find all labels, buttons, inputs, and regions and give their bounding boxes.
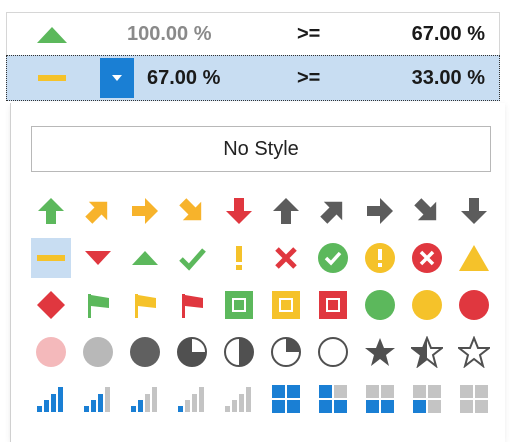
- flag-green-icon[interactable]: [78, 285, 118, 325]
- arrow-right-gray-icon[interactable]: [360, 191, 400, 231]
- circle-green-icon[interactable]: [360, 285, 400, 325]
- square-green-icon[interactable]: [219, 285, 259, 325]
- star-full-icon[interactable]: [360, 332, 400, 372]
- signal-4-icon[interactable]: [31, 379, 71, 419]
- rule-value-to[interactable]: 33.00 %: [412, 56, 485, 100]
- arrow-up-green-icon[interactable]: [31, 191, 71, 231]
- yellow-dash-icon: [27, 56, 77, 100]
- circle-empty-icon[interactable]: [313, 332, 353, 372]
- pie-quarter-icon[interactable]: [266, 332, 306, 372]
- rule-value-from[interactable]: 100.00 %: [127, 13, 257, 56]
- chevron-down-icon: [112, 75, 122, 81]
- circle-yellow-icon[interactable]: [407, 285, 447, 325]
- square-yellow-icon[interactable]: [266, 285, 306, 325]
- rule-value-from[interactable]: 67.00 %: [147, 56, 277, 100]
- square-red-icon[interactable]: [313, 285, 353, 325]
- rule-value-to[interactable]: 67.00 %: [412, 13, 485, 56]
- icon-picker-panel: No Style: [10, 103, 505, 442]
- triangle-yellow-icon[interactable]: [454, 238, 494, 278]
- signal-0-icon[interactable]: [219, 379, 259, 419]
- diamond-red-icon[interactable]: [31, 285, 71, 325]
- circle-red-icon[interactable]: [454, 285, 494, 325]
- circle-exclamation-yellow-icon[interactable]: [360, 238, 400, 278]
- circle-pink-icon[interactable]: [31, 332, 71, 372]
- triangle-up-green-icon[interactable]: [125, 238, 165, 278]
- rule-operator[interactable]: >=: [297, 13, 357, 56]
- circle-cross-red-icon[interactable]: [407, 238, 447, 278]
- signal-3-icon[interactable]: [78, 379, 118, 419]
- icon-dropdown-button[interactable]: [100, 58, 134, 98]
- flag-red-icon[interactable]: [172, 285, 212, 325]
- boxes-1-icon[interactable]: [407, 379, 447, 419]
- flag-yellow-icon[interactable]: [125, 285, 165, 325]
- arrow-up-right-orange-icon[interactable]: [78, 191, 118, 231]
- triangle-down-red-icon[interactable]: [78, 238, 118, 278]
- arrow-up-gray-icon[interactable]: [266, 191, 306, 231]
- circle-dark-gray-icon[interactable]: [125, 332, 165, 372]
- rule-row-2[interactable]: 67.00 % >= 33.00 %: [6, 55, 500, 101]
- rule-row-1[interactable]: 100.00 % >= 67.00 %: [6, 12, 500, 56]
- arrow-right-orange-icon[interactable]: [125, 191, 165, 231]
- dash-yellow-icon[interactable]: [31, 238, 71, 278]
- signal-2-icon[interactable]: [125, 379, 165, 419]
- star-empty-icon[interactable]: [454, 332, 494, 372]
- cross-red-icon[interactable]: [266, 238, 306, 278]
- boxes-4-icon[interactable]: [266, 379, 306, 419]
- signal-1-icon[interactable]: [172, 379, 212, 419]
- arrow-down-right-orange-icon[interactable]: [172, 191, 212, 231]
- pie-three-quarter-icon[interactable]: [172, 332, 212, 372]
- boxes-0-icon[interactable]: [454, 379, 494, 419]
- boxes-3-icon[interactable]: [313, 379, 353, 419]
- check-green-icon[interactable]: [172, 238, 212, 278]
- arrow-down-right-gray-icon[interactable]: [407, 191, 447, 231]
- circle-check-green-icon[interactable]: [313, 238, 353, 278]
- exclamation-yellow-icon[interactable]: [219, 238, 259, 278]
- no-style-button[interactable]: No Style: [31, 126, 491, 172]
- pie-half-icon[interactable]: [219, 332, 259, 372]
- arrow-down-gray-icon[interactable]: [454, 191, 494, 231]
- green-triangle-up-icon: [27, 13, 77, 56]
- boxes-2-icon[interactable]: [360, 379, 400, 419]
- star-half-icon[interactable]: [407, 332, 447, 372]
- arrow-down-red-icon[interactable]: [219, 191, 259, 231]
- rule-operator[interactable]: >=: [297, 56, 357, 100]
- arrow-up-right-gray-icon[interactable]: [313, 191, 353, 231]
- circle-light-gray-icon[interactable]: [78, 332, 118, 372]
